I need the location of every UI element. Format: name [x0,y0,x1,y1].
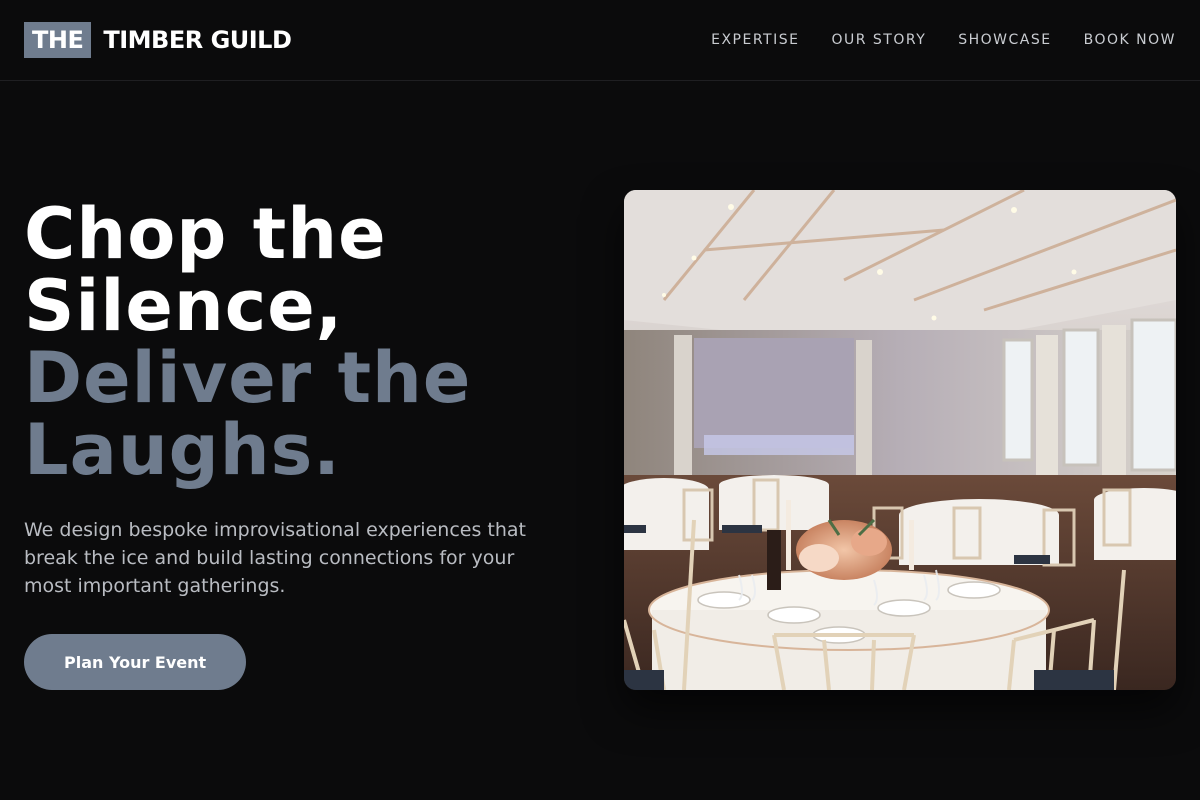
logo[interactable]: THE TIMBER GUILD [24,22,292,58]
nav-link-showcase[interactable]: SHOWCASE [958,32,1051,48]
logo-mark: THE [24,22,92,58]
nav-link-our-story[interactable]: OUR STORY [831,32,926,48]
hero-subtitle: We design bespoke improvisational experi… [24,519,526,597]
main-nav: EXPERTISE OUR STORY SHOWCASE BOOK NOW [711,32,1176,48]
site-header: THE TIMBER GUILD EXPERTISE OUR STORY SHO… [0,0,1200,81]
nav-link-expertise[interactable]: EXPERTISE [711,32,799,48]
headline-accent: Deliver the Laughs. [24,337,472,491]
headline-primary: Chop the Silence, [24,193,387,347]
banquet-hall-photo [624,190,1176,690]
hero-headline: Chop the Silence, Deliver the Laughs. [24,198,564,486]
plan-event-button[interactable]: Plan Your Event [24,634,247,690]
nav-link-book-now[interactable]: BOOK NOW [1084,32,1176,48]
hero-image [624,190,1176,690]
hero-content: Chop the Silence, Deliver the Laughs. We… [24,198,564,690]
logo-wordmark: TIMBER GUILD [103,26,292,54]
